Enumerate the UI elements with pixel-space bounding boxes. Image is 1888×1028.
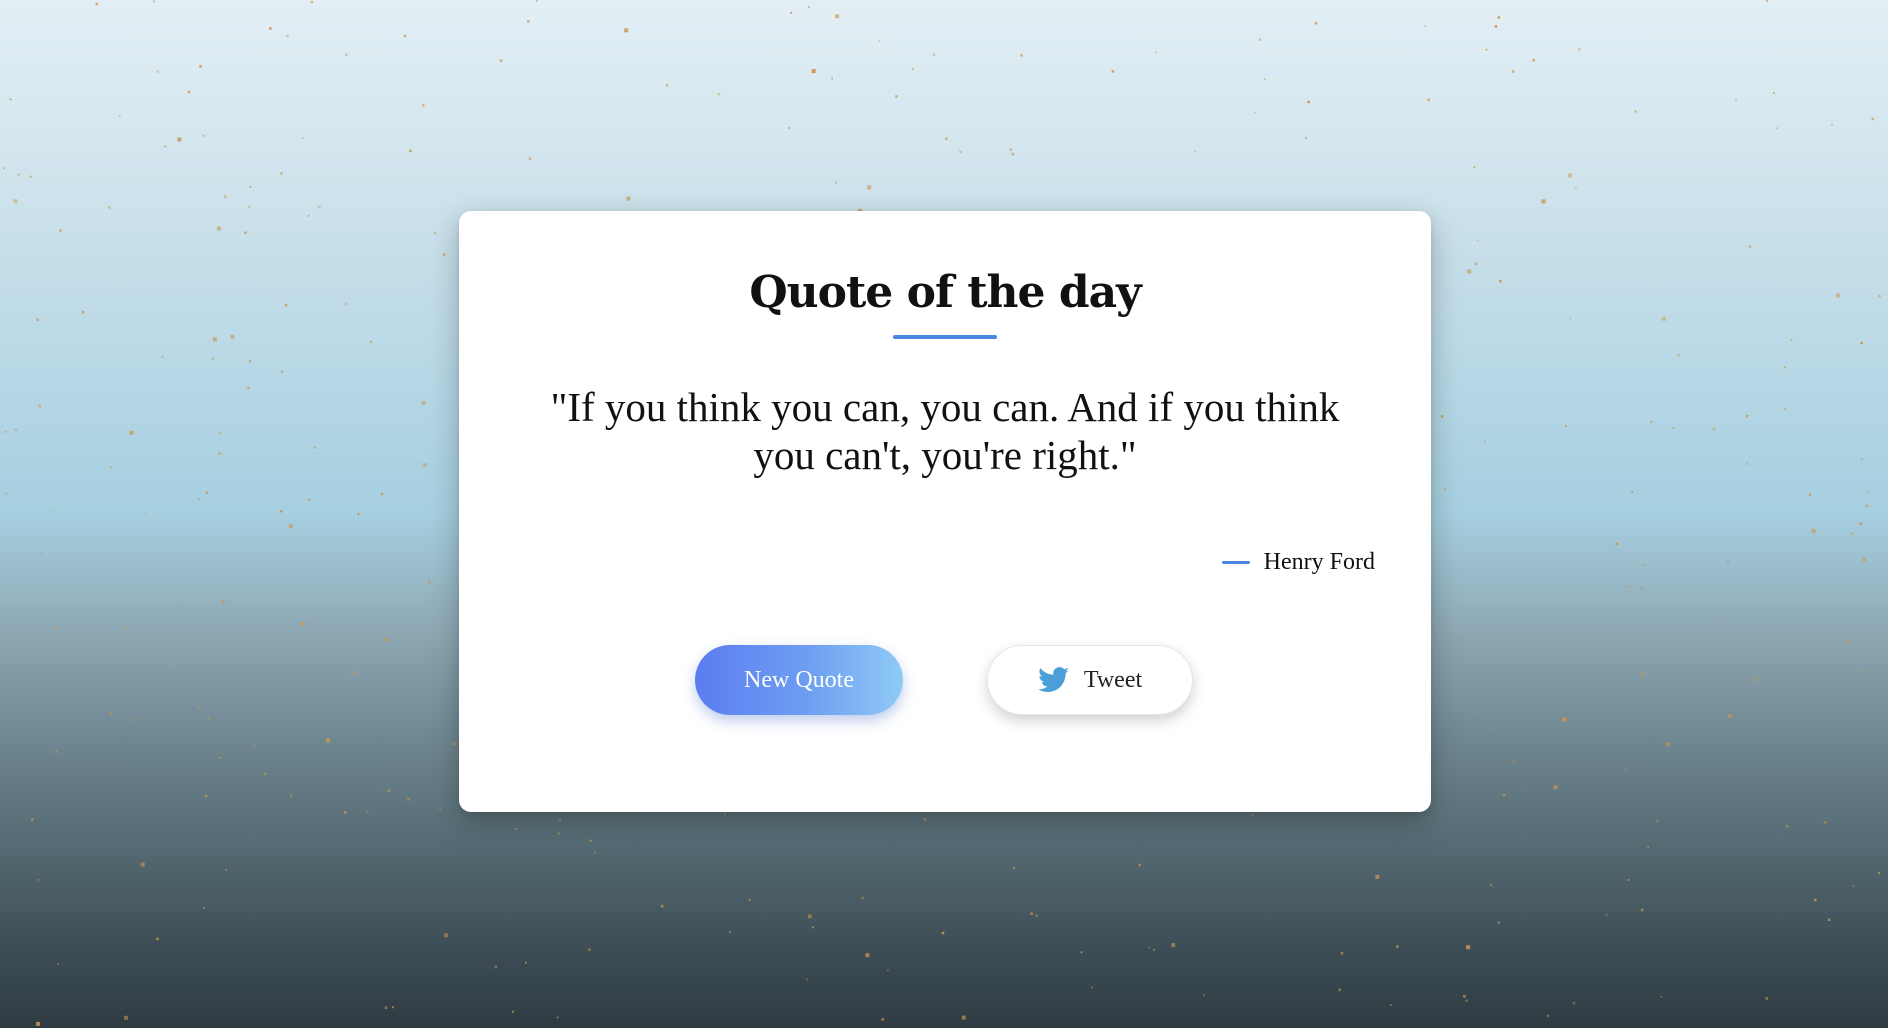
author-dash [1221, 561, 1250, 564]
tweet-button-label: Tweet [1083, 666, 1143, 693]
new-quote-button-label: New Quote [744, 666, 854, 693]
quote-text: "If you think you can, you can. And if y… [550, 384, 1340, 478]
author-attribution: Henry Ford [1221, 549, 1375, 576]
tweet-button[interactable]: Tweet [987, 645, 1193, 715]
page-title: Quote of the day [749, 267, 1141, 318]
author-name: Henry Ford [1263, 549, 1375, 575]
quote-card: Quote of the day "If you think you can, … [459, 211, 1431, 812]
title-underline [893, 335, 997, 339]
new-quote-button[interactable]: New Quote [695, 645, 903, 715]
twitter-bird-icon [1037, 667, 1070, 693]
